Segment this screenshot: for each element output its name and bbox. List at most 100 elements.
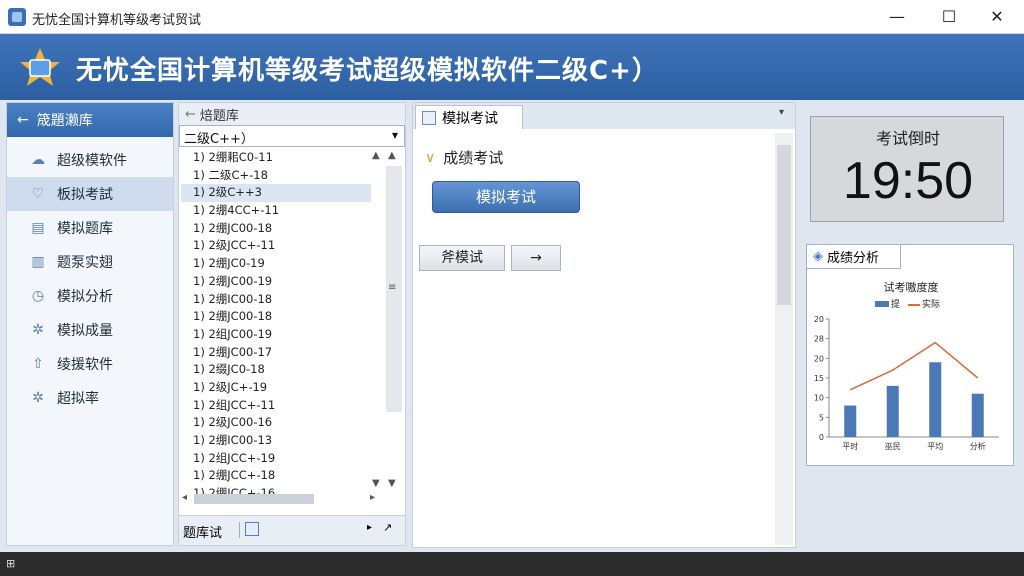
scroll-down-icon[interactable]: ▼: [372, 478, 380, 489]
sidebar-item-label: 模拟成量: [57, 323, 113, 339]
tab-label: 模拟考试: [442, 110, 498, 127]
chart-title: 试考嗷度度: [883, 281, 939, 294]
score-analysis-panel: ◈ 成绩分析 试考嗷度度 提 实际 0 5 10 15 20 28 20 平时 巫民 平均 分析: [806, 244, 1014, 466]
sidebar-item-label: 模拟分析: [57, 289, 113, 305]
exam-mode-button[interactable]: 斧模试: [419, 245, 505, 271]
sidebar-item-scores[interactable]: ✲ 模拟成量: [7, 313, 173, 347]
question-list-item[interactable]: 1) 2组JC00-19: [181, 326, 371, 344]
question-list-item[interactable]: 1) 2级JC+-19: [181, 379, 371, 397]
question-list-item[interactable]: 1) 2绷IC00-13: [181, 432, 371, 450]
question-list-item[interactable]: 1) 2绷JC00-18: [181, 220, 371, 238]
section-header[interactable]: ∨ 成绩考试: [425, 147, 503, 168]
question-list-item[interactable]: 1) 2绷JC00-18: [181, 308, 371, 326]
section-title: 成绩考试: [443, 149, 504, 167]
status-icon: ⊞: [6, 557, 16, 570]
sidebar-item-label: 题泵实翅: [57, 255, 113, 271]
window-title: 无忧全国计算机等级考试贸试: [32, 13, 202, 28]
minimize-button[interactable]: —: [886, 6, 908, 28]
x-tick-label: 巫民: [885, 442, 901, 451]
question-list-item[interactable]: 1) 2绷IC00-18: [181, 291, 371, 309]
chevron-down-icon: ▾: [391, 128, 398, 142]
next-button[interactable]: →: [511, 245, 561, 271]
page-icon[interactable]: [245, 522, 259, 536]
timer-label: 考试倒时: [875, 129, 940, 148]
question-list-item[interactable]: 1) 2级JCC+-11: [181, 237, 371, 255]
sidebar-item-update[interactable]: ⇧ 绫援软件: [7, 347, 173, 381]
chart-icon: ▥: [31, 254, 45, 270]
level-select[interactable]: 二级C++） ▾: [179, 125, 405, 147]
scroll-grip-icon[interactable]: ≡: [388, 282, 396, 293]
chart-line: [849, 341, 979, 391]
sidebar-item-super-software[interactable]: ☁ 超级模软件: [7, 143, 173, 177]
x-tick-label: 分析: [970, 441, 986, 451]
tab-mock-exam[interactable]: 模拟考试: [415, 105, 523, 129]
exam-panel: 模拟考试 ▾ ∨ 成绩考试 模拟考试 斧模试 →: [412, 102, 796, 548]
sidebar-item-rate[interactable]: ✲ 超拟率: [7, 381, 173, 415]
y-tick-label: 5: [819, 413, 824, 422]
scroll-right-icon[interactable]: ▸: [370, 492, 375, 503]
y-tick-label: 20: [814, 315, 824, 324]
chart-bar: [886, 385, 899, 437]
x-tick-label: 平时: [842, 441, 858, 451]
tab-score-analysis[interactable]: ◈ 成绩分析: [807, 245, 901, 269]
app-banner: 无忧全国计算机等级考试超级模拟软件二级C+）: [0, 34, 1024, 100]
sidebar-item-analysis[interactable]: ◷ 模拟分析: [7, 279, 173, 313]
question-list: 1) 2绷耜C0-11 1) 二级C+-18 1) 2级C++3 1) 2绷4CC+-…: [181, 149, 371, 547]
question-list-item[interactable]: 1) 2级JC00-16: [181, 414, 371, 432]
level-select-value: 二级C++）: [184, 132, 254, 147]
y-tick-label: 10: [814, 394, 824, 403]
app-icon: [8, 8, 26, 26]
book-icon: ▤: [31, 220, 45, 236]
hscroll-thumb[interactable]: [194, 494, 314, 504]
question-list-item[interactable]: 1) 2组JCC+-11: [181, 397, 371, 415]
scroll-down-icon[interactable]: ▼: [388, 478, 396, 489]
sidebar-item-question-bank[interactable]: ▤ 模拟题库: [7, 211, 173, 245]
footer-label: 题库试: [183, 526, 223, 541]
y-tick-label: 20: [814, 354, 824, 363]
sidebar-item-practice[interactable]: ▥ 题泵实翅: [7, 245, 173, 279]
question-list-item[interactable]: 1) 2绷4CC+-11: [181, 202, 371, 220]
scroll-up-icon[interactable]: ▲: [372, 150, 380, 161]
chart-bar: [929, 362, 942, 437]
y-tick-label: 28: [814, 335, 824, 344]
clock-icon: ◷: [31, 288, 45, 304]
cloud-icon: ☁: [31, 152, 45, 168]
status-bar: ⊞: [0, 552, 1024, 576]
back-label: 筬題濑库: [36, 113, 93, 129]
question-list-item[interactable]: 1) 2绷JCC+-18: [181, 467, 371, 485]
question-list-item[interactable]: 1) 2绷JC00-19: [181, 273, 371, 291]
question-list-item[interactable]: 1) 2级C++3: [181, 184, 371, 203]
question-list-item[interactable]: 1) 2绷JC00-17: [181, 344, 371, 362]
question-list-item[interactable]: 1) 2缀JC0-18: [181, 361, 371, 379]
scroll-left-icon[interactable]: ◂: [182, 492, 187, 503]
score-chart: 0 5 10 15 20 28 20 平时 巫民 平均 分析: [814, 315, 999, 451]
back-button[interactable]: ← 筬題濑库: [7, 103, 173, 137]
question-list-item[interactable]: 1) 2绷JC0-19: [181, 255, 371, 273]
scroll-up-icon[interactable]: ▲: [388, 150, 396, 161]
sidebar-item-label: 绫援软件: [57, 357, 113, 373]
sidebar-item-mock-exam[interactable]: ♡ 板拟考試: [7, 177, 173, 211]
countdown-timer: 考试倒时 19:50: [810, 116, 1004, 222]
start-mock-exam-button[interactable]: 模拟考试: [432, 181, 580, 213]
question-panel-footer: 题库试 ▸ ↗: [179, 515, 405, 545]
play-icon[interactable]: ▸: [367, 522, 372, 533]
question-list-item[interactable]: 1) 二级C+-18: [181, 167, 371, 185]
exam-scroll-thumb[interactable]: [777, 145, 791, 305]
chart-bar: [844, 405, 857, 437]
x-tick-label: 平均: [927, 441, 943, 451]
divider: [239, 522, 240, 538]
y-tick-label: 15: [814, 374, 824, 383]
question-list-item[interactable]: 1) 2组JCC+-19: [181, 450, 371, 468]
y-tick-label: 0: [819, 433, 824, 442]
exam-scrollbar[interactable]: [775, 133, 793, 545]
question-panel-header: ← 焙题库: [179, 103, 405, 125]
close-button[interactable]: ✕: [986, 6, 1008, 28]
pin-icon[interactable]: ↗: [383, 521, 392, 534]
tab-menu-icon[interactable]: ▾: [779, 107, 784, 118]
question-list-hscroll[interactable]: ◂ ▸: [180, 492, 380, 506]
sidebar-item-label: 超拟率: [57, 391, 99, 407]
app-logo-icon: [20, 48, 60, 86]
question-list-item[interactable]: 1) 2绷耜C0-11: [181, 149, 371, 167]
maximize-button[interactable]: ☐: [938, 6, 960, 28]
chevron-down-icon: ∨: [425, 149, 436, 166]
